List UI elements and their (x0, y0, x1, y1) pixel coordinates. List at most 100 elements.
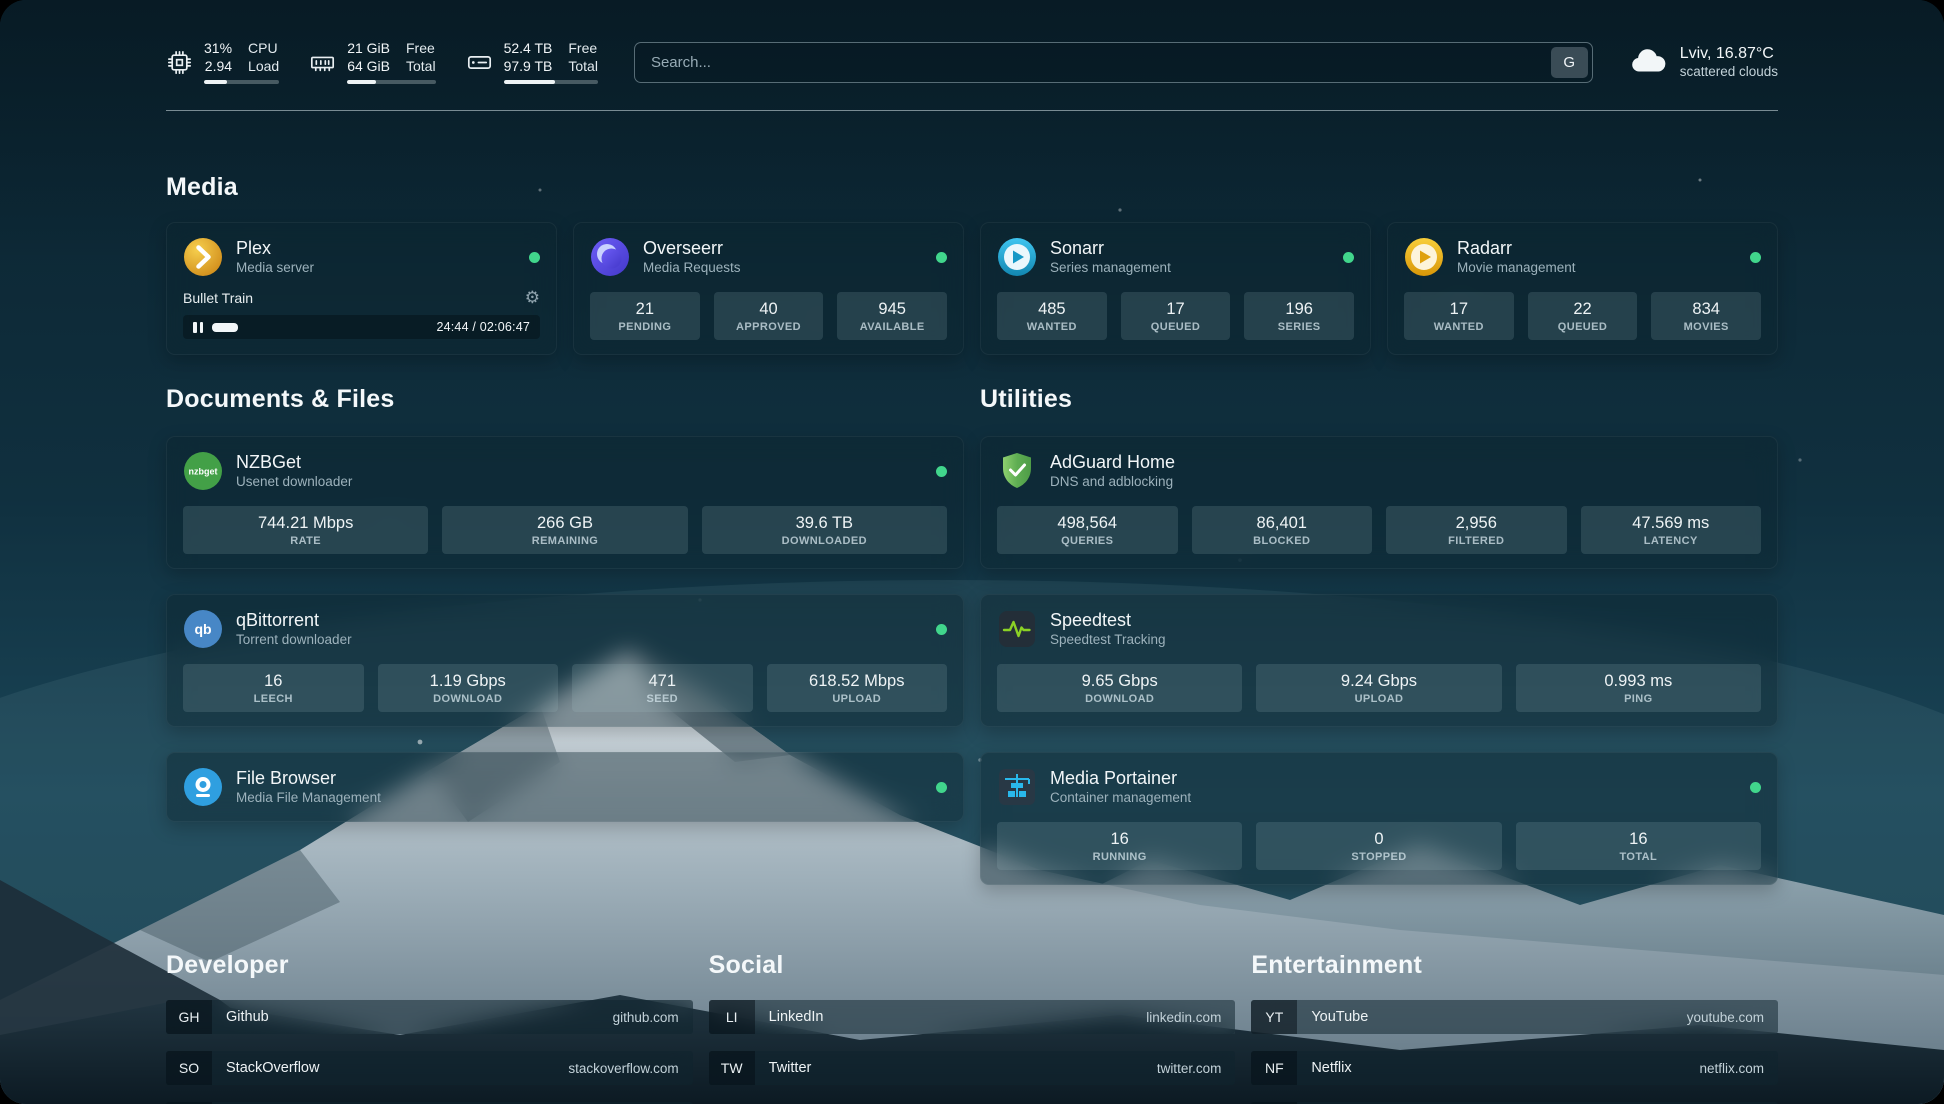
top-bar: 31% CPU 2.94 Load 21 GiB (166, 40, 1778, 84)
disk-widget: 52.4 TB Free 97.9 TB Total (466, 40, 598, 84)
service-card-radarr[interactable]: Radarr Movie management 17 WANTED 22 QUE… (1387, 222, 1778, 355)
memory-free-value: 21 GiB (347, 40, 390, 57)
stat-pending: 21 PENDING (590, 292, 700, 340)
bookmark-abbr: SO (166, 1051, 212, 1085)
disk-total-value: 97.9 TB (504, 58, 553, 75)
bookmark-abbr: GH (166, 1000, 212, 1034)
sonarr-icon (997, 237, 1037, 277)
bookmark-name: Netflix (1311, 1060, 1351, 1076)
cpu-load-value: 2.94 (204, 58, 232, 75)
service-subtitle: Media File Management (236, 790, 381, 807)
bookmark-name: YouTube (1311, 1009, 1368, 1025)
memory-free-label: Free (406, 40, 436, 57)
bookmark-youtube[interactable]: YT YouTube youtube.com (1251, 1000, 1778, 1034)
stat-stopped: 0 STOPPED (1256, 822, 1501, 870)
stat-upload: 618.52 Mbps UPLOAD (767, 664, 948, 712)
plex-icon (183, 237, 223, 277)
middle-sections: Documents & Files nzbget NZBGet Usenet d… (166, 385, 1778, 885)
stat-running: 16 RUNNING (997, 822, 1242, 870)
cpu-usage-bar (204, 80, 279, 84)
section-title-developer: Developer (166, 951, 693, 980)
service-card-speedtest[interactable]: Speedtest Speedtest Tracking 9.65 Gbps D… (980, 594, 1778, 727)
bookmark-github[interactable]: GH Github github.com (166, 1000, 693, 1034)
bookmark-stackoverflow[interactable]: SO StackOverflow stackoverflow.com (166, 1051, 693, 1085)
pause-icon[interactable] (193, 322, 203, 333)
weather-condition: scattered clouds (1680, 64, 1778, 81)
service-card-overseerr[interactable]: Overseerr Media Requests 21 PENDING 40 A… (573, 222, 964, 355)
status-dot (936, 624, 947, 635)
service-subtitle: Usenet downloader (236, 474, 352, 491)
stat-queued: 17 QUEUED (1121, 292, 1231, 340)
bookmark-url: twitter.com (1157, 1061, 1222, 1076)
section-developer: Developer GH Github github.com SO StackO… (166, 951, 693, 1104)
bookmark-name: LinkedIn (769, 1009, 824, 1025)
playback-progress-bar[interactable] (212, 323, 427, 332)
cpu-percent: 31% (204, 40, 232, 57)
memory-total-value: 64 GiB (347, 58, 390, 75)
section-title-entertainment: Entertainment (1251, 951, 1778, 980)
svg-text:qb: qb (194, 621, 211, 637)
bookmark-url: stackoverflow.com (568, 1061, 678, 1076)
service-card-sonarr[interactable]: Sonarr Series management 485 WANTED 17 Q… (980, 222, 1371, 355)
stat-downloaded: 39.6 TB DOWNLOADED (702, 506, 947, 554)
service-name: Speedtest (1050, 609, 1166, 632)
bookmark-url: netflix.com (1699, 1061, 1764, 1076)
stat-approved: 40 APPROVED (714, 292, 824, 340)
stat-total: 16 TOTAL (1516, 822, 1761, 870)
bookmark-linkedin[interactable]: LI LinkedIn linkedin.com (709, 1000, 1236, 1034)
stat-seed: 471 SEED (572, 664, 753, 712)
section-media: Media Plex Media server (166, 173, 1778, 355)
cpu-chip-icon (166, 49, 193, 76)
stat-download: 9.65 Gbps DOWNLOAD (997, 664, 1242, 712)
stat-download: 1.19 Gbps DOWNLOAD (378, 664, 559, 712)
service-card-adguard[interactable]: AdGuard Home DNS and adblocking 498,564 … (980, 436, 1778, 569)
service-subtitle: Media server (236, 260, 314, 277)
bookmark-abbr: TW (709, 1051, 755, 1085)
speedtest-icon (997, 609, 1037, 649)
memory-ram-icon (309, 49, 336, 76)
service-name: File Browser (236, 767, 381, 790)
stat-queued: 22 QUEUED (1528, 292, 1638, 340)
disk-usage-bar (504, 80, 598, 84)
cpu-label: CPU (248, 40, 279, 57)
stat-remaining: 266 GB REMAINING (442, 506, 687, 554)
service-card-plex[interactable]: Plex Media server Bullet Train ⚙ 24:44 /… (166, 222, 557, 355)
disk-drive-icon (466, 49, 493, 76)
now-playing-title: Bullet Train (183, 290, 253, 306)
bookmark-url: youtube.com (1687, 1010, 1764, 1025)
section-social: Social LI LinkedIn linkedin.com TW Twitt… (709, 951, 1236, 1104)
weather-location: Lviv, 16.87°C (1680, 44, 1778, 64)
dashboard-content: 31% CPU 2.94 Load 21 GiB (0, 0, 1944, 1104)
stat-filtered: 2,956 FILTERED (1386, 506, 1567, 554)
service-card-nzbget[interactable]: nzbget NZBGet Usenet downloader 744.21 M… (166, 436, 964, 569)
service-name: AdGuard Home (1050, 451, 1175, 474)
bookmark-netflix[interactable]: NF Netflix netflix.com (1251, 1051, 1778, 1085)
stat-wanted: 17 WANTED (1404, 292, 1514, 340)
status-dot (1750, 782, 1761, 793)
disk-total-label: Total (568, 58, 598, 75)
section-documents-files: Documents & Files nzbget NZBGet Usenet d… (166, 385, 964, 885)
service-card-filebrowser[interactable]: File Browser Media File Management (166, 752, 964, 822)
stat-latency: 47.569 ms LATENCY (1581, 506, 1762, 554)
service-name: Sonarr (1050, 237, 1171, 260)
service-subtitle: Container management (1050, 790, 1191, 807)
memory-widget: 21 GiB Free 64 GiB Total (309, 40, 435, 84)
bookmark-url: linkedin.com (1146, 1010, 1221, 1025)
status-dot (936, 782, 947, 793)
service-card-portainer[interactable]: Media Portainer Container management 16 … (980, 752, 1778, 885)
cloud-icon (1629, 43, 1667, 81)
bookmark-name: StackOverflow (226, 1060, 319, 1076)
service-card-qbittorrent[interactable]: qb qBittorrent Torrent downloader 16 LEE… (166, 594, 964, 727)
service-name: Radarr (1457, 237, 1576, 260)
settings-gear-icon[interactable]: ⚙ (525, 289, 540, 306)
section-title-social: Social (709, 951, 1236, 980)
search-input[interactable] (634, 42, 1593, 83)
service-subtitle: DNS and adblocking (1050, 474, 1175, 491)
header-divider (166, 110, 1778, 111)
search-engine-button[interactable]: G (1551, 47, 1588, 78)
bookmark-twitter[interactable]: TW Twitter twitter.com (709, 1051, 1236, 1085)
service-subtitle: Movie management (1457, 260, 1576, 277)
service-name: qBittorrent (236, 609, 352, 632)
svg-text:nzbget: nzbget (189, 467, 218, 477)
status-dot (1343, 252, 1354, 263)
